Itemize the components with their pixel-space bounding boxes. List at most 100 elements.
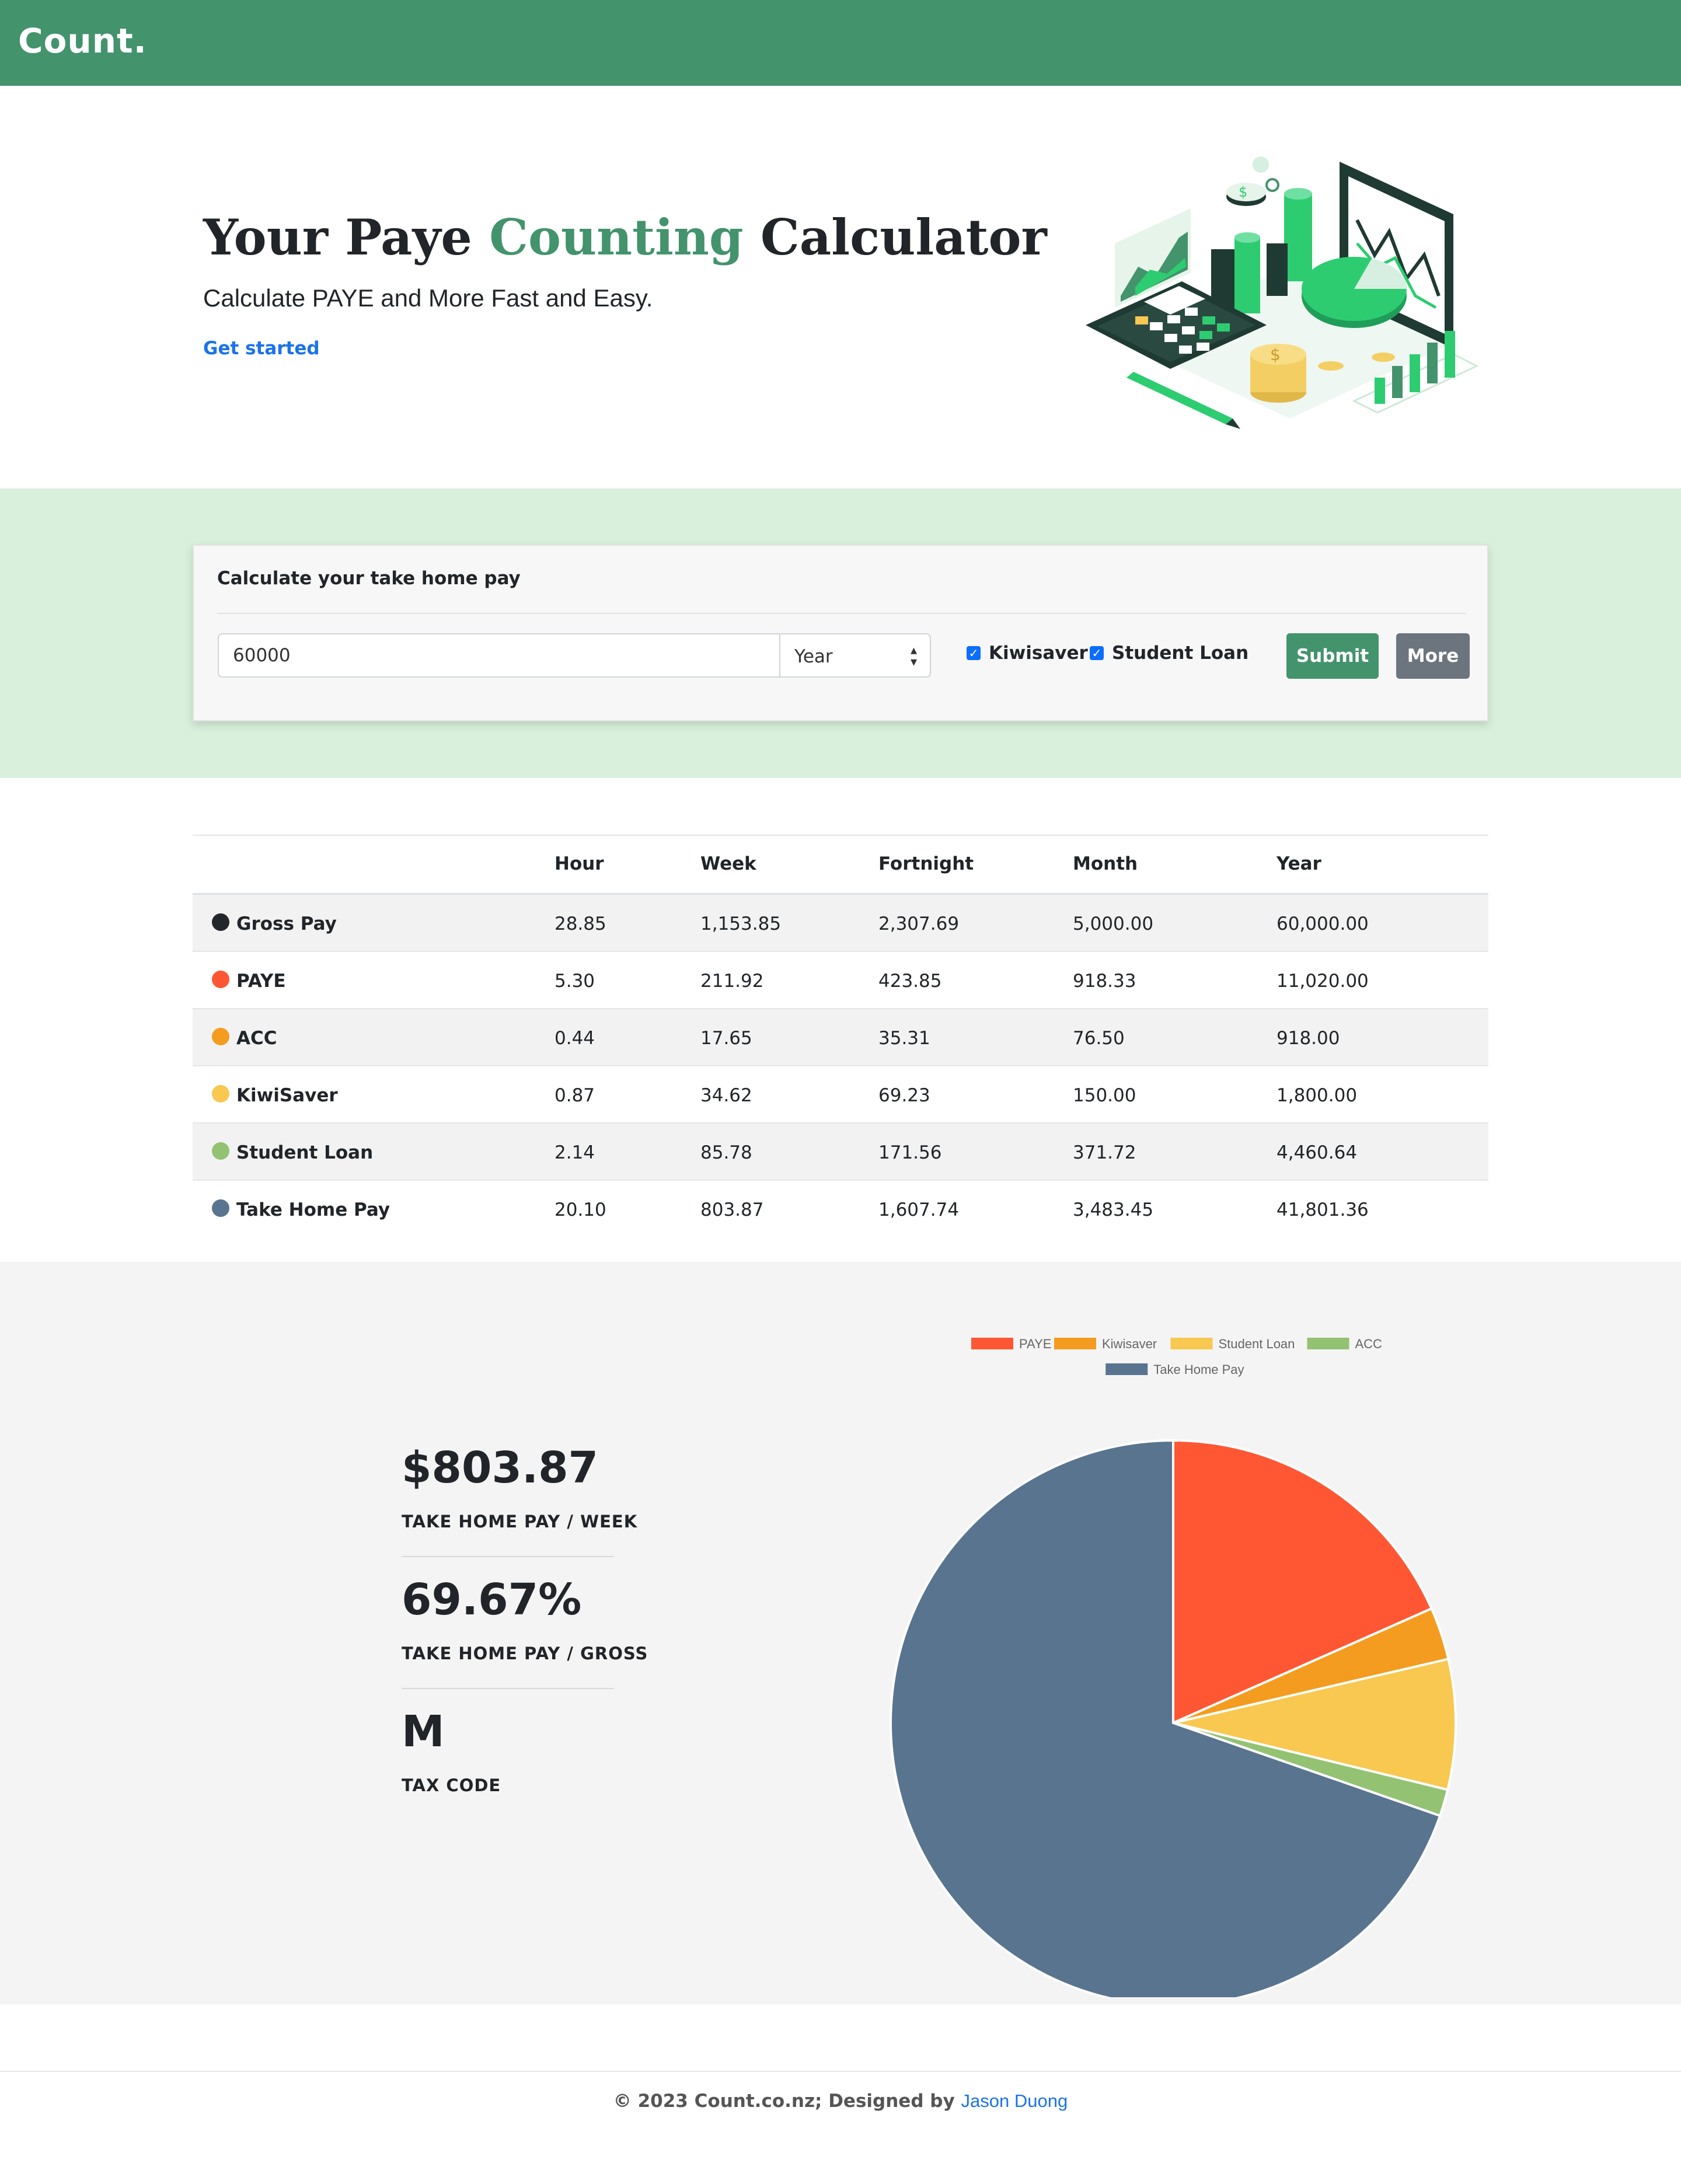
- svg-text:$: $: [1239, 184, 1247, 200]
- select-arrows-icon: ▴ ▾: [910, 643, 917, 669]
- period-select[interactable]: Year ▴ ▾: [780, 633, 931, 678]
- table-cell: 85.78: [700, 1142, 752, 1163]
- calculator-section: Calculate your take home pay Year ▴▾ ✓ K…: [0, 489, 1681, 778]
- calculator-title: Calculate your take home pay: [217, 568, 521, 589]
- gross-pay-dot-icon: [212, 913, 229, 931]
- checkmark-icon: ✓: [968, 646, 979, 660]
- calculator-divider: [217, 613, 1466, 614]
- calculator-card: Calculate your take home pay Year ▴▾ ✓ K…: [193, 545, 1488, 721]
- table-row: KiwiSaver 0.87 34.62 69.23 150.00 1,800.…: [193, 1066, 1488, 1124]
- table-header: Hour Week Fortnight Month Year: [193, 836, 1488, 894]
- svg-text:$: $: [1270, 345, 1281, 364]
- column-header-month: Month: [1073, 853, 1138, 874]
- hero-title-part1: Your Paye: [203, 208, 490, 266]
- submit-button[interactable]: Submit: [1286, 633, 1379, 679]
- kiwisaver-checkbox[interactable]: ✓: [967, 646, 981, 660]
- get-started-link[interactable]: Get started: [203, 338, 320, 359]
- column-header-year: Year: [1277, 853, 1321, 874]
- legend-label[interactable]: ACC: [1355, 1337, 1383, 1351]
- table-cell: 76.50: [1073, 1028, 1125, 1049]
- stat-divider: [402, 1688, 614, 1689]
- row-label: PAYE: [236, 971, 286, 992]
- table-cell: 803.87: [700, 1199, 764, 1220]
- table-cell: 17.65: [700, 1028, 752, 1049]
- student-loan-checkbox[interactable]: ✓: [1090, 646, 1104, 660]
- take-home-week-label: TAKE HOME PAY / WEEK: [402, 1512, 638, 1531]
- table-cell: 34.62: [700, 1085, 752, 1106]
- legend-label[interactable]: Kiwisaver: [1102, 1337, 1157, 1351]
- footer: © 2023 Count.co.nz; Designed by Jason Du…: [0, 2091, 1681, 2112]
- table-cell: 5,000.00: [1073, 913, 1154, 934]
- footer-author-link[interactable]: Jason Duong: [961, 2091, 1068, 2111]
- table-cell: 1,800.00: [1277, 1085, 1358, 1106]
- row-label: KiwiSaver: [236, 1085, 338, 1106]
- table-cell: 41,801.36: [1277, 1199, 1369, 1220]
- hero-title: Your Paye Counting Calculator: [203, 208, 1047, 266]
- table-cell: 171.56: [878, 1142, 942, 1163]
- column-header-fortnight: Fortnight: [878, 853, 974, 874]
- row-label: ACC: [236, 1028, 277, 1049]
- table-cell: 5.30: [554, 971, 595, 992]
- student-loan-dot-icon: [212, 1142, 229, 1160]
- navbar: Count.: [0, 0, 1681, 86]
- table-cell: 11,020.00: [1277, 971, 1369, 992]
- table-cell: 60,000.00: [1277, 913, 1369, 934]
- table-cell: 3,483.45: [1073, 1199, 1154, 1220]
- hero-title-part2: Calculator: [743, 208, 1047, 266]
- tax-code-label: TAX CODE: [402, 1775, 501, 1795]
- period-select-value: Year: [794, 646, 833, 667]
- table-cell: 150.00: [1073, 1085, 1136, 1106]
- legend-label[interactable]: Student Loan: [1219, 1337, 1295, 1351]
- table-cell: 69.23: [878, 1085, 930, 1106]
- footer-text: © 2023 Count.co.nz; Designed by: [613, 2091, 961, 2112]
- row-label: Student Loan: [236, 1142, 374, 1163]
- take-home-dot-icon: [212, 1199, 229, 1217]
- hero-subtitle: Calculate PAYE and More Fast and Easy.: [203, 284, 653, 312]
- footer-divider: [0, 2071, 1681, 2072]
- kiwisaver-label[interactable]: Kiwisaver: [989, 643, 1088, 664]
- hero-title-accent: Counting: [489, 208, 744, 266]
- table-cell: 2,307.69: [878, 913, 960, 934]
- table-cell: 0.87: [554, 1085, 595, 1106]
- take-home-week-value: $803.87: [402, 1443, 599, 1493]
- table-cell: 918.33: [1073, 971, 1136, 992]
- checkmark-icon: ✓: [1091, 646, 1102, 660]
- column-header-week: Week: [700, 853, 756, 874]
- legend-swatch[interactable]: [1307, 1338, 1349, 1349]
- table-cell: 0.44: [554, 1028, 595, 1049]
- legend-swatch[interactable]: [1170, 1338, 1213, 1349]
- acc-dot-icon: [212, 1028, 229, 1045]
- legend-swatch[interactable]: [971, 1338, 1013, 1349]
- legend-swatch[interactable]: [1105, 1363, 1148, 1375]
- row-label: Take Home Pay: [236, 1199, 390, 1220]
- student-loan-label[interactable]: Student Loan: [1112, 643, 1248, 664]
- table-cell: 423.85: [878, 971, 942, 992]
- table-cell: 2.14: [554, 1142, 595, 1163]
- table-cell: 371.72: [1073, 1142, 1136, 1163]
- hero-section: Your Paye Counting Calculator Calculate …: [0, 86, 1681, 489]
- tax-code-value: M: [402, 1707, 445, 1757]
- brand-logo[interactable]: Count.: [18, 21, 147, 61]
- table-cell: 4,460.64: [1277, 1142, 1358, 1163]
- table-row: PAYE 5.30 211.92 423.85 918.33 11,020.00: [193, 952, 1488, 1009]
- kiwisaver-dot-icon: [212, 1085, 229, 1103]
- table-row: Gross Pay 28.85 1,153.85 2,307.69 5,000.…: [193, 895, 1488, 952]
- stat-divider: [402, 1556, 614, 1557]
- take-home-ratio-value: 69.67%: [402, 1575, 582, 1625]
- table-cell: 20.10: [554, 1199, 606, 1220]
- legend-swatch[interactable]: [1054, 1338, 1096, 1349]
- summary-section: $803.87 TAKE HOME PAY / WEEK 69.67% TAKE…: [0, 1262, 1681, 2004]
- table-row: Take Home Pay 20.10 803.87 1,607.74 3,48…: [193, 1181, 1488, 1238]
- table-cell: 1,607.74: [878, 1199, 960, 1220]
- paye-dot-icon: [212, 971, 229, 988]
- take-home-ratio-label: TAKE HOME PAY / GROSS: [402, 1644, 648, 1663]
- pie-chart[interactable]: PAYE Kiwisaver Student Loan ACC Take Home Pa…: [876, 1320, 1488, 1997]
- legend-label[interactable]: Take Home Pay: [1153, 1362, 1244, 1377]
- table-cell: 1,153.85: [700, 913, 782, 934]
- more-button[interactable]: More: [1396, 633, 1470, 679]
- table-row: ACC 0.44 17.65 35.31 76.50 918.00: [193, 1009, 1488, 1066]
- column-header-hour: Hour: [554, 853, 604, 874]
- salary-input[interactable]: [218, 633, 780, 678]
- legend-label[interactable]: PAYE: [1019, 1337, 1051, 1351]
- table-cell: 35.31: [878, 1028, 930, 1049]
